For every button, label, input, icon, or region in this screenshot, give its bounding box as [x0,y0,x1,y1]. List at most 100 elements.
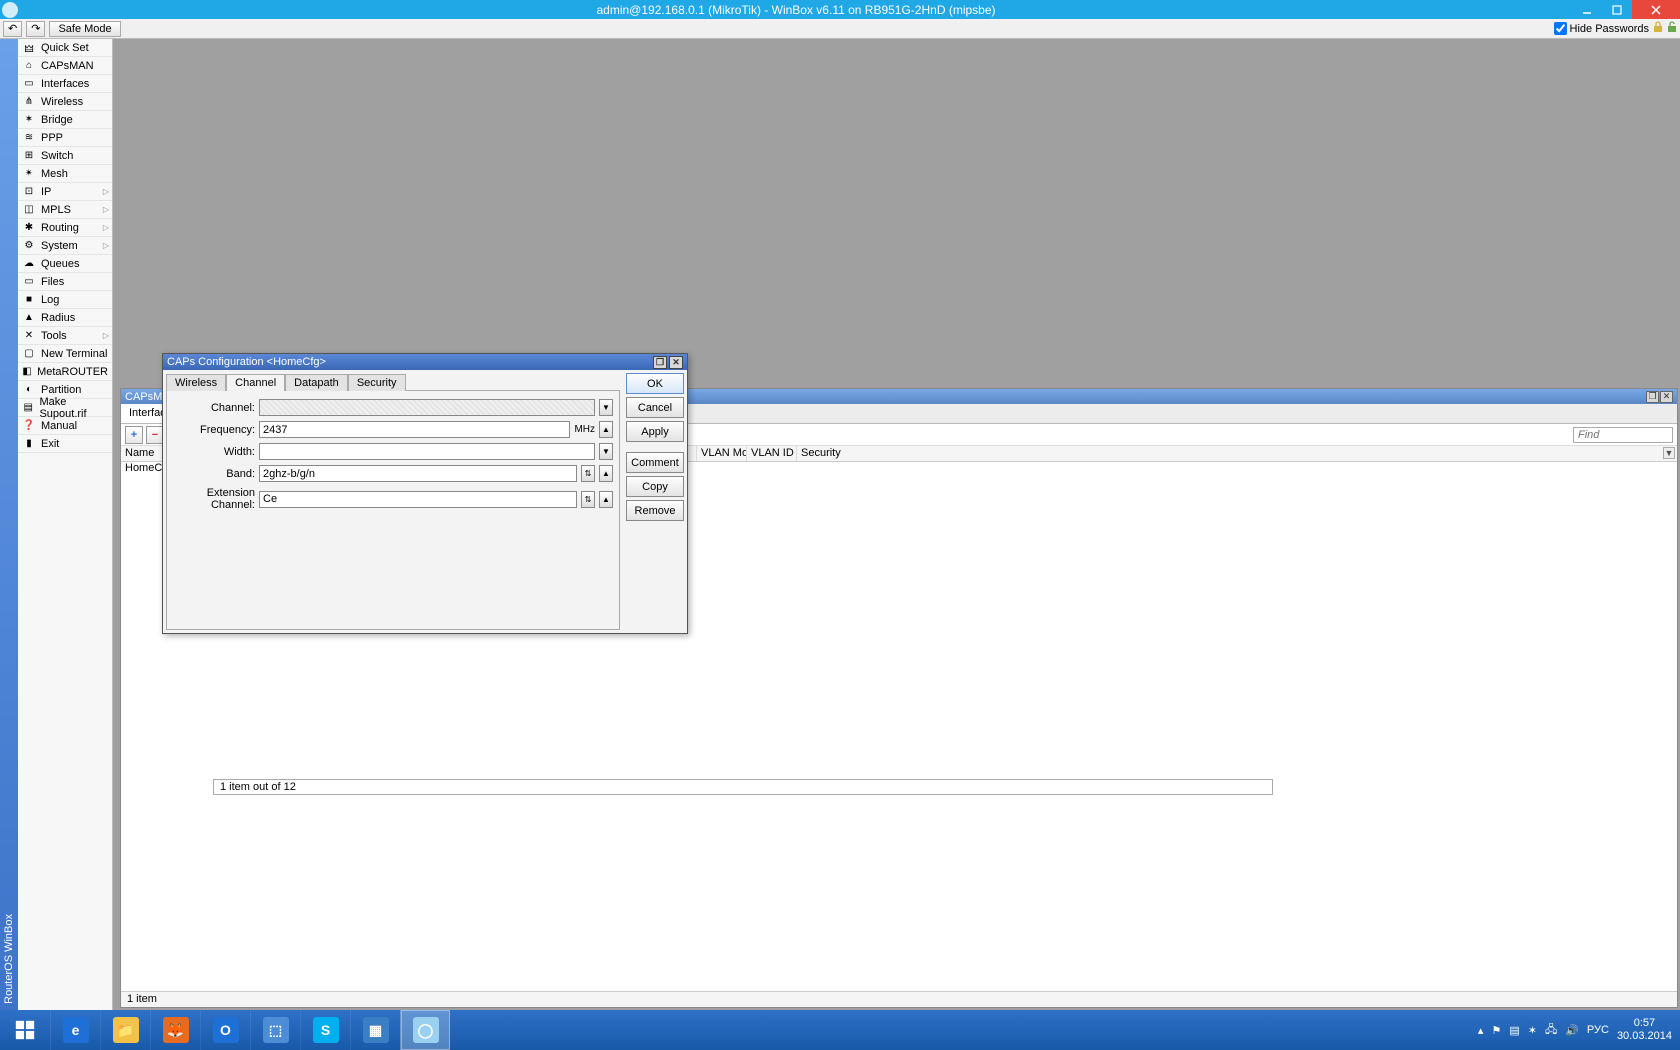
menu-item-ip[interactable]: ⊡IP▷ [18,183,112,201]
band-stepper-icon[interactable]: ⇅ [581,465,595,482]
lock-open-icon [1667,21,1677,36]
winbox-icon: ◯ [413,1017,439,1043]
remove-dialog-button[interactable]: Remove [626,500,684,521]
cancel-button[interactable]: Cancel [626,397,684,418]
taskbar-item-app2[interactable]: ▦ [350,1010,400,1050]
channel-dropdown-arrow[interactable]: ▼ [599,399,613,416]
menu-item-make-supout-rif[interactable]: ▤Make Supout.rif [18,399,112,417]
tab-wireless[interactable]: Wireless [166,374,226,391]
menu-item-metarouter[interactable]: ◧MetaROUTER [18,363,112,381]
menu-item-wireless[interactable]: ⋔Wireless [18,93,112,111]
menu-label: PPP [41,132,63,144]
menu-item-switch[interactable]: ⊞Switch [18,147,112,165]
hide-passwords-checkbox[interactable]: Hide Passwords [1554,22,1649,35]
menu-item-mesh[interactable]: ✴Mesh [18,165,112,183]
taskbar-item-firefox[interactable]: 🦊 [150,1010,200,1050]
lock-closed-icon [1653,21,1663,36]
menu-item-system[interactable]: ⚙System▷ [18,237,112,255]
menu-item-log[interactable]: ■ Log [18,291,112,309]
start-button[interactable] [0,1010,50,1050]
ext-channel-input[interactable] [259,491,577,508]
language-indicator[interactable]: РУС [1587,1024,1609,1036]
apply-button[interactable]: Apply [626,421,684,442]
taskbar-item-outlook[interactable]: O [200,1010,250,1050]
ext-stepper-icon[interactable]: ⇅ [581,491,595,508]
width-dropdown-arrow[interactable]: ▼ [599,443,613,460]
taskbar-item-ie[interactable]: e [50,1010,100,1050]
menu-item-bridge[interactable]: ✶Bridge [18,111,112,129]
column-header[interactable]: VLAN ID [747,446,797,461]
column-menu-icon[interactable]: ▼ [1663,447,1675,459]
flag-icon[interactable]: ⚑ [1491,1024,1501,1037]
menu-icon: ☁ [22,257,36,271]
capsman-restore-button[interactable]: ❐ [1646,391,1659,403]
menu-item-quick-set[interactable]: 🜲Quick Set [18,39,112,57]
taskbar-item-winbox[interactable]: ◯ [400,1010,450,1050]
band-label: Band: [173,468,255,480]
ok-button[interactable]: OK [626,373,684,394]
hide-passwords-input[interactable] [1554,22,1567,35]
taskbar-item-app1[interactable]: ⬚ [250,1010,300,1050]
volume-icon[interactable]: 🔊 [1565,1024,1579,1037]
dialog-restore-button[interactable]: ❐ [653,356,667,369]
menu-item-files[interactable]: ▭Files [18,273,112,291]
redo-button[interactable]: ↷ [26,21,45,37]
tray-expand-icon[interactable]: ▴ [1478,1024,1484,1037]
maximize-button[interactable] [1602,0,1632,19]
menu-item-mpls[interactable]: ◫MPLS▷ [18,201,112,219]
width-dropdown[interactable] [259,443,595,460]
system-tray: ▴ ⚑ ▤ ✶ 🖧 🔊 РУС 0:57 30.03.2014 [1470,1010,1680,1050]
menu-icon: ◐ [22,383,36,397]
tab-security[interactable]: Security [348,374,406,391]
menu-item-radius[interactable]: ▲Radius [18,309,112,327]
tab-channel[interactable]: Channel [226,374,285,391]
menu-label: Radius [41,312,75,324]
clock[interactable]: 0:57 30.03.2014 [1617,1017,1672,1043]
menu-item-tools[interactable]: ✕Tools▷ [18,327,112,345]
add-button[interactable]: + [125,426,143,444]
tray-icon-2[interactable]: ✶ [1528,1024,1537,1037]
dialog-titlebar[interactable]: CAPs Configuration <HomeCfg> ❐ ✕ [163,354,687,370]
menu-item-ppp[interactable]: ≋PPP [18,129,112,147]
menu-label: Log [41,294,59,306]
menu-item-interfaces[interactable]: ▭Interfaces [18,75,112,93]
menu-item-manual[interactable]: ❓Manual [18,417,112,435]
close-button[interactable] [1632,0,1680,19]
safe-mode-button[interactable]: Safe Mode [49,21,120,37]
menu-item-exit[interactable]: ▮Exit [18,435,112,453]
column-header[interactable]: Security▼ [797,446,1677,461]
caps-config-dialog: CAPs Configuration <HomeCfg> ❐ ✕ Wireles… [162,353,688,634]
minimize-button[interactable] [1572,0,1602,19]
network-icon[interactable]: 🖧 [1545,1021,1557,1040]
comment-button[interactable]: Comment [626,452,684,473]
firefox-icon: 🦊 [163,1017,189,1043]
dialog-tabs: Wireless Channel Datapath Security [166,373,620,390]
ext-up-icon[interactable]: ▲ [599,491,613,508]
capsman-close-button[interactable]: ✕ [1660,391,1673,403]
dialog-close-button[interactable]: ✕ [669,356,683,369]
band-input[interactable] [259,465,577,482]
menu-label: Switch [41,150,73,162]
copy-button[interactable]: Copy [626,476,684,497]
menu-icon: ✶ [22,113,36,127]
undo-button[interactable]: ↶ [3,21,22,37]
column-header[interactable]: VLAN Mo... [697,446,747,461]
menu-item-queues[interactable]: ☁Queues [18,255,112,273]
taskbar-item-skype[interactable]: S [300,1010,350,1050]
menu-item-capsman[interactable]: ⌂CAPsMAN [18,57,112,75]
clock-date: 30.03.2014 [1617,1030,1672,1043]
band-up-icon[interactable]: ▲ [599,465,613,482]
frequency-input[interactable] [259,421,570,438]
dialog-form: Channel: ▼ Frequency: MHz ▲ Width: [166,390,620,630]
taskbar-item-explorer[interactable]: 📁 [100,1010,150,1050]
tab-datapath[interactable]: Datapath [285,374,348,391]
find-input[interactable] [1573,427,1673,443]
below-status-fragment: 1 item out of 12 [213,779,1273,795]
menu-item-routing[interactable]: ✱Routing▷ [18,219,112,237]
channel-dropdown[interactable] [259,399,595,416]
menu-icon: ■ [22,293,36,307]
tray-icon-1[interactable]: ▤ [1509,1024,1519,1037]
menu-label: CAPsMAN [41,60,94,72]
frequency-up-icon[interactable]: ▲ [599,421,613,438]
menu-item-new-terminal[interactable]: ▢New Terminal [18,345,112,363]
